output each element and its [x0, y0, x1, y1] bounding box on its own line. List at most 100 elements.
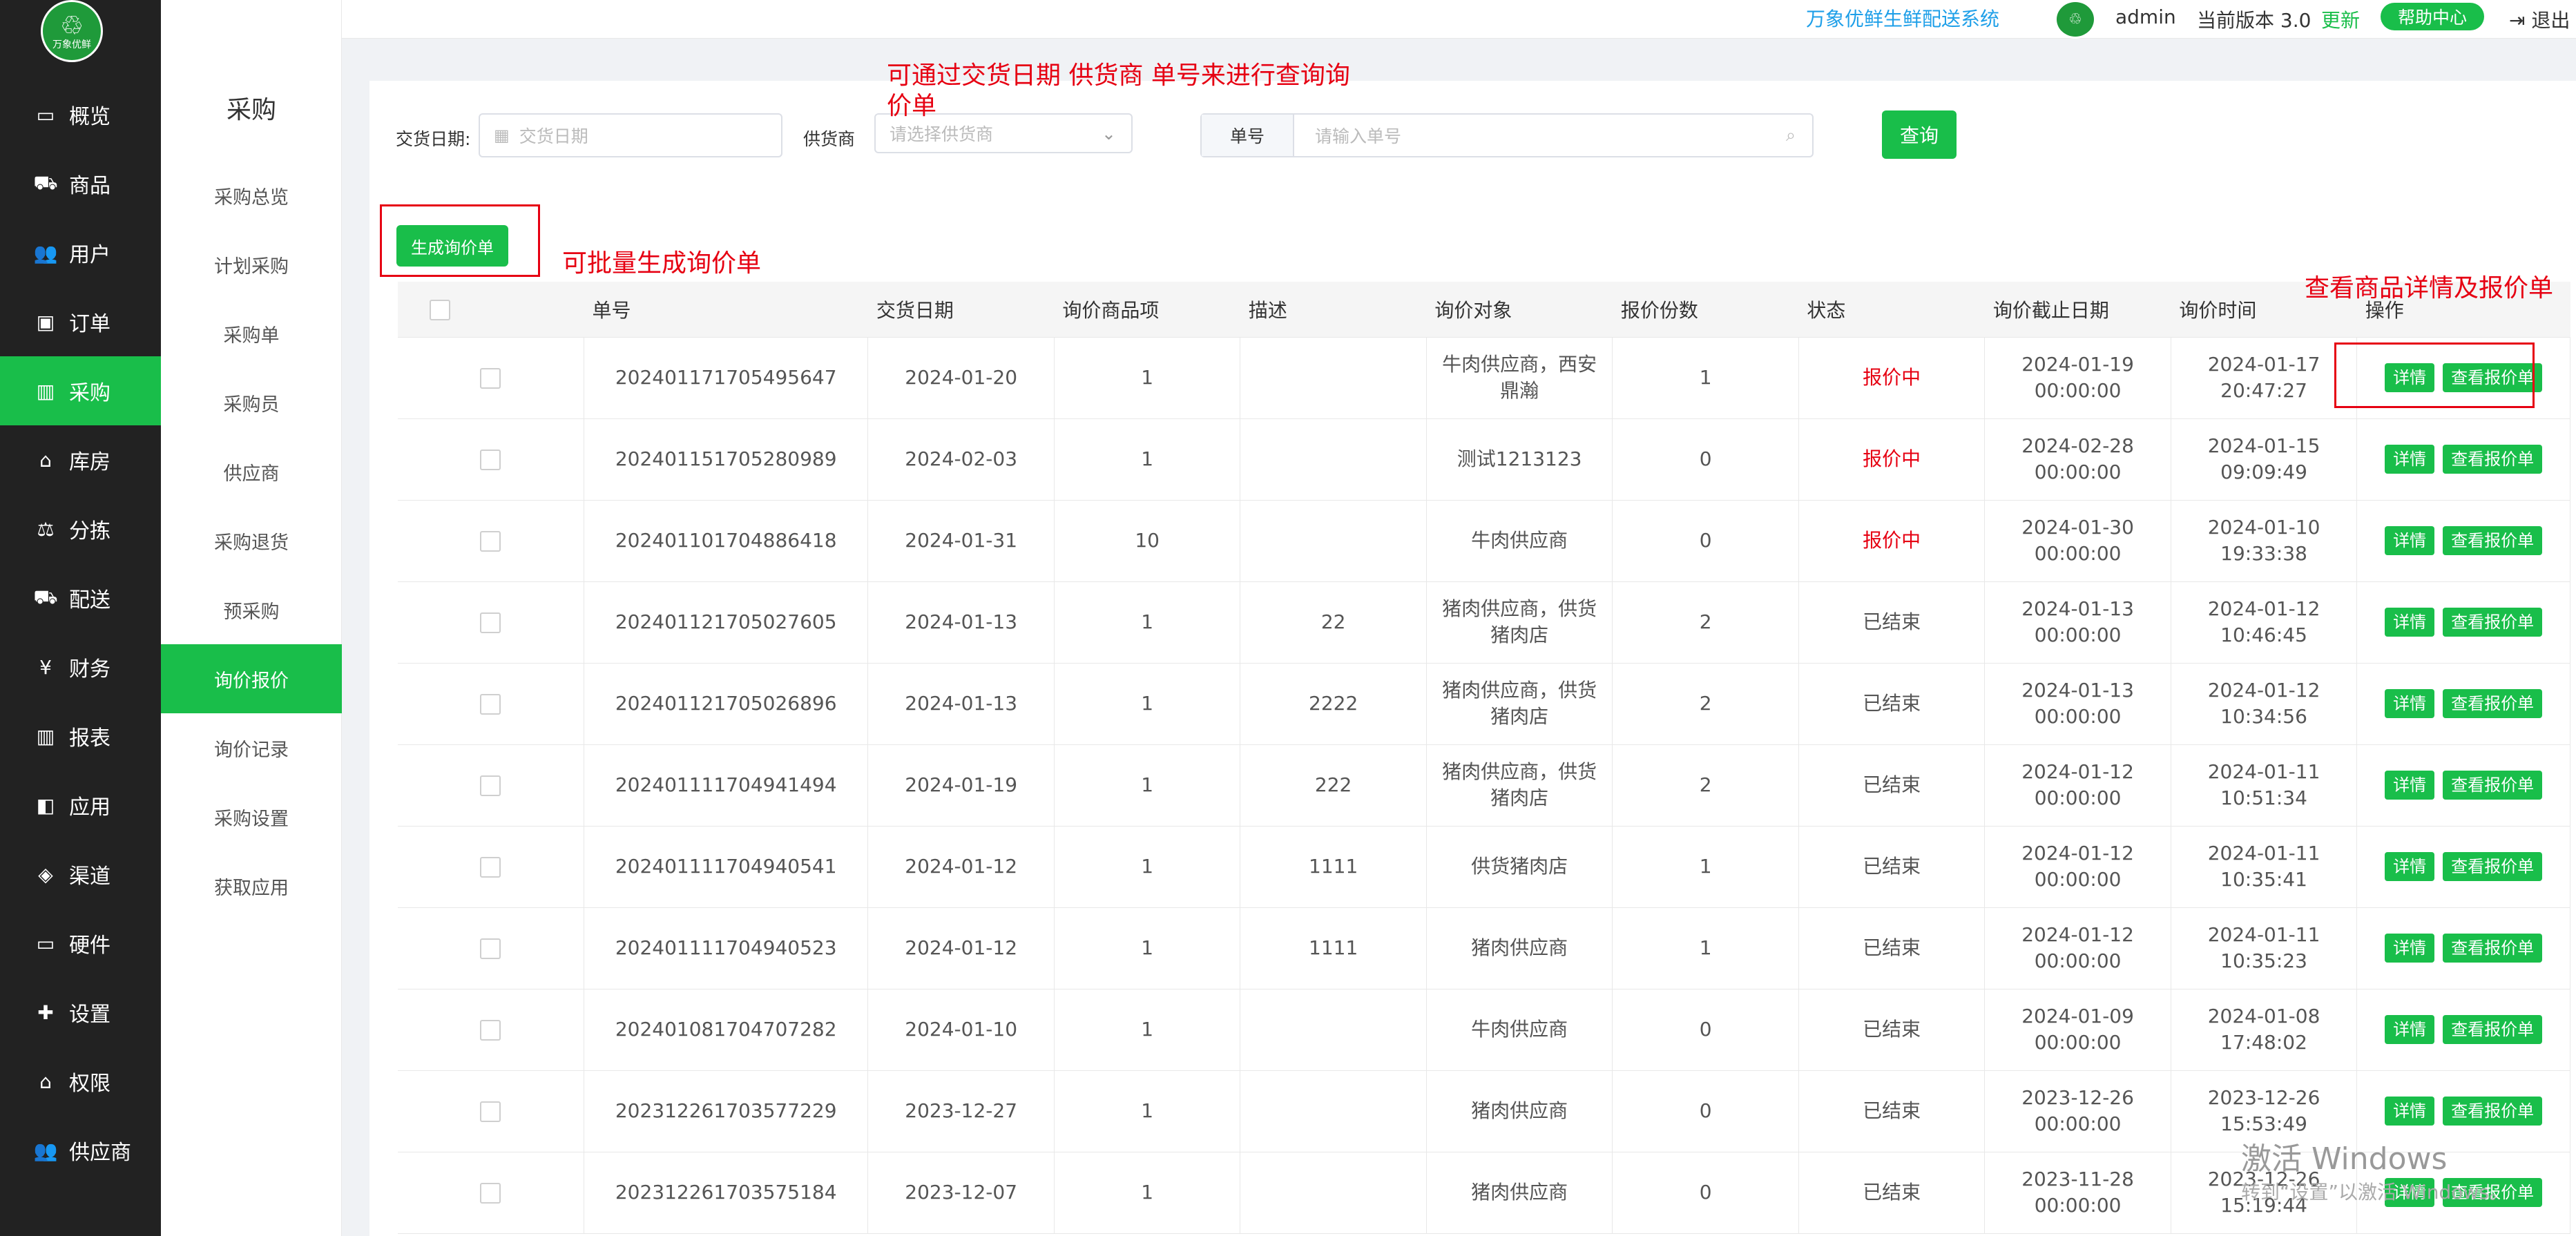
nav-item[interactable]: ▣ 订单	[0, 287, 161, 356]
row-select-cell	[398, 989, 584, 1071]
view-quote-button[interactable]: 查看报价单	[2443, 934, 2543, 963]
nav-item[interactable]: ⛟ 商品	[0, 149, 161, 218]
sub-nav-item[interactable]: 预采购	[161, 575, 342, 644]
users-icon: 👥	[33, 1139, 58, 1162]
row-checkbox[interactable]	[480, 612, 501, 633]
order-number-placeholder[interactable]: 请输入单号	[1315, 123, 1401, 148]
sub-nav-item[interactable]: 计划采购	[161, 230, 342, 299]
target-cell: 猪肉供应商，供货猪肉店	[1426, 663, 1613, 745]
row-checkbox[interactable]	[480, 531, 501, 552]
logout-link[interactable]: ⇥ 退出	[2509, 6, 2570, 33]
detail-button[interactable]: 详情	[2385, 1015, 2435, 1044]
deadline-cell: 2024-01-12 00:00:00	[1984, 826, 2171, 908]
quote-count-cell: 0	[1612, 500, 1799, 582]
nav-item[interactable]: 👥 用户	[0, 218, 161, 287]
view-quote-button[interactable]: 查看报价单	[2443, 852, 2543, 881]
nav-item[interactable]: ⚖ 分拣	[0, 494, 161, 563]
nav-item-label: 分拣	[69, 519, 110, 543]
table-row: 202401111704941494 2024-01-19 1 222 猪肉供应商，供货…	[398, 744, 2570, 827]
order-number-cell: 202401111704940541	[584, 826, 869, 908]
row-checkbox[interactable]	[480, 694, 501, 715]
target-cell: 猪肉供应商，供货猪肉店	[1426, 744, 1613, 827]
nav-item[interactable]: ⛟ 配送	[0, 563, 161, 633]
detail-button[interactable]: 详情	[2385, 771, 2435, 800]
status-cell: 已结束	[1798, 907, 1986, 989]
row-checkbox[interactable]	[480, 1101, 501, 1122]
nav-item[interactable]: ▥ 采购	[0, 356, 161, 425]
nav-item[interactable]: ✚ 设置	[0, 978, 161, 1047]
user-name[interactable]: admin	[2115, 6, 2176, 28]
truck-icon: ⛟	[33, 585, 58, 608]
nav-item[interactable]: ⌂ 权限	[0, 1047, 161, 1116]
detail-button[interactable]: 详情	[2385, 689, 2435, 718]
description-cell: 2222	[1240, 663, 1427, 745]
nav-item[interactable]: ¥ 财务	[0, 633, 161, 702]
version-number: 3.0	[2280, 9, 2311, 32]
sub-nav-item[interactable]: 采购员	[161, 368, 342, 437]
row-checkbox[interactable]	[480, 1183, 501, 1204]
description-cell: 1111	[1240, 826, 1427, 908]
order-number-cell: 202312261703575184	[584, 1152, 869, 1234]
row-checkbox[interactable]	[480, 1020, 501, 1041]
nav-item[interactable]: ◧ 应用	[0, 771, 161, 840]
sub-nav-item[interactable]: 采购单	[161, 299, 342, 368]
nav-item-label: 配送	[69, 588, 110, 612]
nav-item[interactable]: ⌂ 库房	[0, 425, 161, 494]
view-quote-button[interactable]: 查看报价单	[2443, 608, 2543, 637]
detail-button[interactable]: 详情	[2385, 526, 2435, 555]
nav-item-label: 采购	[69, 381, 110, 405]
generate-inquiry-button[interactable]: 生成询价单	[396, 225, 508, 267]
actions-cell: 详情 查看报价单	[2356, 1070, 2570, 1152]
sub-nav-item[interactable]: 供应商	[161, 437, 342, 506]
row-checkbox[interactable]	[480, 857, 501, 878]
detail-button[interactable]: 详情	[2385, 608, 2435, 637]
scale-icon: ⚖	[37, 517, 55, 541]
detail-button[interactable]: 详情	[2385, 1097, 2435, 1126]
update-link[interactable]: 更新	[2321, 6, 2360, 33]
order-number-cell: 202401121705026896	[584, 663, 869, 745]
search-button[interactable]: 查询	[1882, 110, 1957, 159]
delivery-date-cell: 2023-12-27	[867, 1070, 1055, 1152]
view-quote-button[interactable]: 查看报价单	[2443, 526, 2543, 555]
row-checkbox[interactable]	[480, 450, 501, 470]
nav-item[interactable]: ◈ 渠道	[0, 840, 161, 909]
system-name-link[interactable]: 万象优鲜生鲜配送系统	[1806, 4, 1999, 32]
help-center-button[interactable]: 帮助中心	[2381, 3, 2484, 30]
nav-item[interactable]: 👥 供应商	[0, 1116, 161, 1185]
column-header: 描述	[1240, 282, 1427, 338]
detail-button[interactable]: 详情	[2385, 852, 2435, 881]
select-all-checkbox[interactable]	[430, 300, 450, 321]
quote-count-cell: 1	[1612, 907, 1799, 989]
calendar-icon: ▦	[494, 126, 510, 145]
target-cell: 测试1213123	[1426, 418, 1613, 501]
sub-nav-item[interactable]: 采购总览	[161, 161, 342, 230]
row-checkbox[interactable]	[480, 775, 501, 796]
row-checkbox[interactable]	[480, 938, 501, 959]
search-icon[interactable]: ⌕	[1786, 125, 1796, 146]
table-row: 202401171705495647 2024-01-20 1 牛肉供应商，西安鼎瀚 1…	[398, 337, 2570, 419]
avatar[interactable]: ♲	[2055, 0, 2096, 39]
sub-nav-item[interactable]: 询价记录	[161, 713, 342, 782]
nav-item[interactable]: ▥ 报表	[0, 702, 161, 771]
view-quote-button[interactable]: 查看报价单	[2443, 1097, 2543, 1126]
sub-nav-item[interactable]: 获取应用	[161, 851, 342, 920]
delivery-date-cell: 2024-02-03	[867, 418, 1055, 501]
table-row: 202312261703577229 2023-12-27 1 猪肉供应商 0 已结束 20…	[398, 1070, 2570, 1152]
sub-nav-item[interactable]: 采购设置	[161, 782, 342, 851]
deadline-cell: 2024-01-30 00:00:00	[1984, 500, 2171, 582]
row-select-cell	[398, 1070, 584, 1152]
view-quote-button[interactable]: 查看报价单	[2443, 689, 2543, 718]
date-filter-input[interactable]: ▦ 交货日期	[479, 113, 782, 157]
nav-item[interactable]: ▭ 硬件	[0, 909, 161, 978]
nav-item[interactable]: ▭ 概览	[0, 80, 161, 149]
view-quote-button[interactable]: 查看报价单	[2443, 1015, 2543, 1044]
detail-button[interactable]: 详情	[2385, 445, 2435, 474]
detail-button[interactable]: 详情	[2385, 934, 2435, 963]
row-checkbox[interactable]	[480, 368, 501, 389]
sub-nav-item[interactable]: 询价报价	[161, 644, 342, 713]
sub-nav-item[interactable]: 采购退货	[161, 506, 342, 575]
view-quote-button[interactable]: 查看报价单	[2443, 445, 2543, 474]
delivery-date-cell: 2024-01-20	[867, 337, 1055, 419]
nav-item-label: 供应商	[69, 1141, 131, 1165]
view-quote-button[interactable]: 查看报价单	[2443, 771, 2543, 800]
